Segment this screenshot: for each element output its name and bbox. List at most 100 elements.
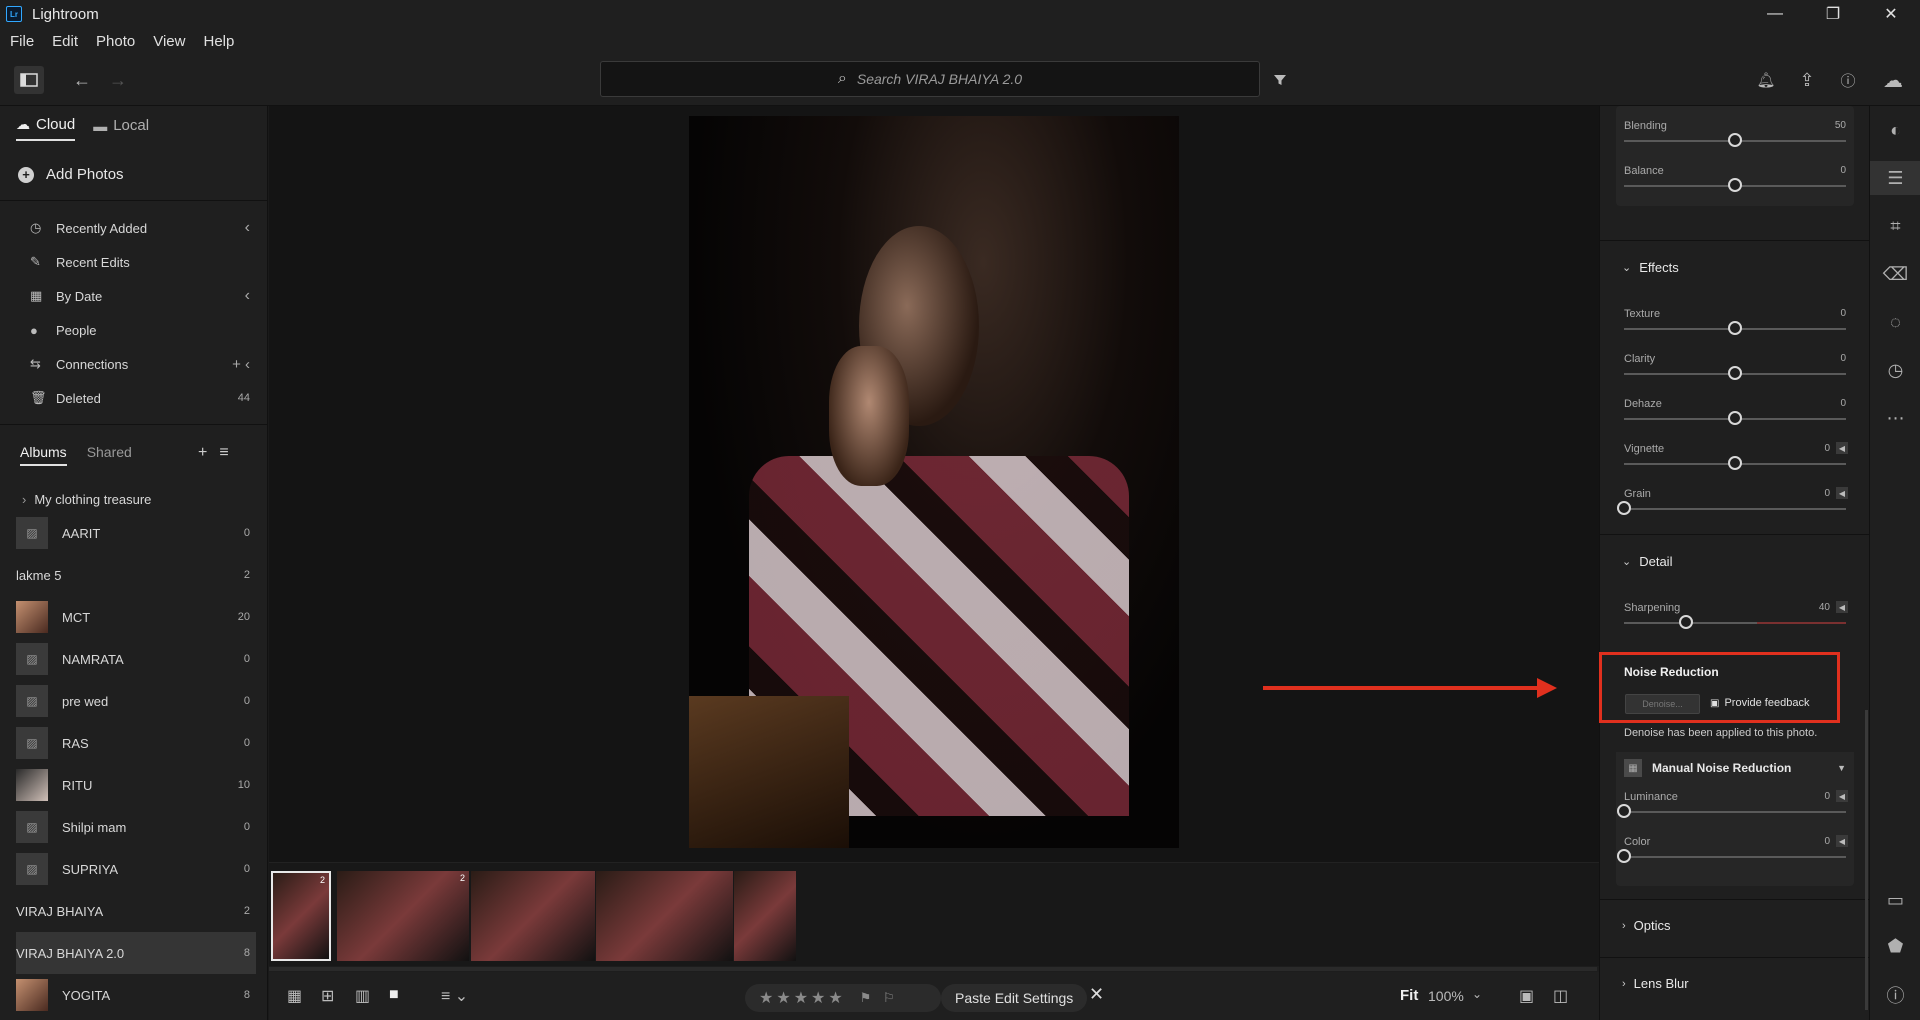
reset-arrow-icon[interactable]: ◀ bbox=[1836, 442, 1848, 454]
slider-blending[interactable]: Blending 50 bbox=[1624, 120, 1846, 160]
before-after-icon[interactable]: ▣ bbox=[1519, 986, 1534, 1006]
detail-view-icon[interactable]: ■ bbox=[389, 986, 399, 1004]
slider-vignette[interactable]: Vignette 0 ◀ bbox=[1624, 442, 1848, 483]
split-view-icon[interactable]: ◫ bbox=[1553, 986, 1568, 1006]
filmstrip-scroll-thumb[interactable] bbox=[269, 967, 1597, 971]
album-item[interactable]: ▨ Shilpi mam 0 bbox=[16, 806, 256, 848]
edit-sliders-icon[interactable]: ☰ bbox=[1870, 161, 1920, 195]
reset-arrow-icon[interactable]: ◀ bbox=[1836, 790, 1848, 802]
nav-recent-edits[interactable]: ✎ Recent Edits bbox=[30, 245, 250, 279]
tab-shared[interactable]: Shared bbox=[87, 444, 132, 466]
compare-view-icon[interactable]: ▥ bbox=[355, 986, 370, 1006]
menu-help[interactable]: Help bbox=[203, 33, 234, 50]
album-item[interactable]: lakme 5 2 bbox=[16, 554, 468, 596]
album-item[interactable]: YOGITA 8 bbox=[16, 974, 256, 1016]
add-photos-button[interactable]: + Add Photos bbox=[18, 166, 124, 183]
film-thumb[interactable] bbox=[596, 871, 733, 961]
film-thumb[interactable] bbox=[734, 871, 796, 961]
film-thumb[interactable]: 2 bbox=[337, 871, 469, 961]
zoom-fit-button[interactable]: Fit bbox=[1400, 987, 1418, 1004]
slider-value[interactable]: 40 bbox=[1819, 602, 1830, 613]
section-lens-blur[interactable]: › Lens Blur bbox=[1622, 976, 1689, 991]
slider-luminance[interactable]: Luminance 0 ◀ bbox=[1617, 790, 1848, 831]
slider-value[interactable]: 0 bbox=[1840, 398, 1846, 409]
reset-arrow-icon[interactable]: ◀ bbox=[1836, 601, 1848, 613]
slider-value[interactable]: 0 bbox=[1824, 443, 1830, 454]
search-input[interactable]: ⌕ Search VIRAJ BHAIYA 2.0 bbox=[600, 61, 1260, 97]
presets-icon[interactable]: ◐ bbox=[1870, 120, 1920, 141]
slider-knob[interactable] bbox=[1728, 411, 1742, 425]
filter-icon[interactable] bbox=[1270, 68, 1290, 92]
album-item[interactable]: VIRAJ BHAIYA 2.0 8 bbox=[16, 932, 468, 974]
panel-toggle-icon[interactable] bbox=[14, 66, 44, 94]
maximize-button[interactable]: ❐ bbox=[1804, 0, 1862, 28]
forward-arrow-icon[interactable]: → bbox=[106, 68, 130, 92]
album-item[interactable]: ▨ NAMRATA 0 bbox=[16, 638, 256, 680]
slider-track[interactable] bbox=[1624, 856, 1846, 858]
slider-knob[interactable] bbox=[1728, 133, 1742, 147]
share-icon[interactable]: ⇪ bbox=[1795, 68, 1819, 92]
info-icon[interactable]: ⓘ bbox=[1870, 982, 1920, 1008]
main-photo[interactable] bbox=[689, 116, 1179, 848]
nav-people[interactable]: ● People bbox=[30, 313, 250, 347]
help-icon[interactable]: ⓘ bbox=[1836, 68, 1860, 92]
provide-feedback-link[interactable]: ▣ Provide feedback bbox=[1710, 697, 1809, 709]
chevron-down-icon[interactable]: ⌄ bbox=[1472, 987, 1482, 1001]
close-window-button[interactable]: ✕ bbox=[1862, 0, 1920, 28]
tab-albums[interactable]: Albums bbox=[20, 444, 67, 466]
section-detail[interactable]: ⌄ Detail bbox=[1622, 554, 1672, 569]
square-grid-icon[interactable]: ▦ bbox=[287, 986, 302, 1006]
menu-photo[interactable]: Photo bbox=[96, 33, 135, 50]
album-item[interactable]: MCT 20 bbox=[16, 596, 256, 638]
slider-value[interactable]: 0 bbox=[1840, 353, 1846, 364]
history-icon[interactable]: ◷ bbox=[1870, 360, 1920, 381]
slider-track[interactable] bbox=[1624, 508, 1846, 510]
nav-deleted[interactable]: 🗑 Deleted 44 bbox=[30, 381, 250, 415]
slider-value[interactable]: 0 bbox=[1824, 836, 1830, 847]
reset-arrow-icon[interactable]: ◀ bbox=[1836, 835, 1848, 847]
album-item[interactable]: RITU 10 bbox=[16, 764, 256, 806]
sort-icon[interactable]: ≡ bbox=[219, 444, 228, 462]
slider-track[interactable] bbox=[1624, 811, 1846, 813]
crop-icon[interactable]: ⌗ bbox=[1870, 216, 1920, 237]
nav-recently-added[interactable]: ◷ Recently Added ‹ bbox=[30, 211, 250, 245]
slider-balance[interactable]: Balance 0 bbox=[1624, 165, 1846, 205]
paste-edit-settings-button[interactable]: Paste Edit Settings bbox=[941, 984, 1088, 1012]
eraser-icon[interactable]: ⌫ bbox=[1870, 264, 1920, 285]
sort-order-icon[interactable]: ≡ ⌄ bbox=[441, 986, 468, 1006]
slider-knob[interactable] bbox=[1617, 501, 1631, 515]
slider-value[interactable]: 0 bbox=[1824, 791, 1830, 802]
stars-icon[interactable]: ★★★★★ bbox=[759, 988, 846, 1008]
slider-value[interactable]: 0 bbox=[1840, 308, 1846, 319]
slider-knob[interactable] bbox=[1728, 321, 1742, 335]
slider-value[interactable]: 50 bbox=[1835, 120, 1846, 131]
nav-connections[interactable]: ⇆ Connections + ‹ bbox=[30, 347, 250, 381]
zoom-level[interactable]: 100% bbox=[1428, 988, 1464, 1004]
slider-clarity[interactable]: Clarity 0 bbox=[1624, 353, 1846, 393]
slider-knob[interactable] bbox=[1728, 456, 1742, 470]
section-effects[interactable]: ⌄ Effects bbox=[1622, 260, 1679, 275]
chevron-left-icon[interactable]: ‹ bbox=[245, 287, 250, 305]
denoise-button[interactable]: Denoise... bbox=[1625, 694, 1700, 714]
slider-knob[interactable] bbox=[1728, 366, 1742, 380]
film-thumb[interactable]: 2 bbox=[271, 871, 331, 961]
slider-value[interactable]: 0 bbox=[1824, 488, 1830, 499]
menu-view[interactable]: View bbox=[153, 33, 185, 50]
tab-cloud[interactable]: ☁ Cloud bbox=[16, 116, 76, 141]
nav-by-date[interactable]: ▦ By Date ‹ bbox=[30, 279, 250, 313]
slider-color[interactable]: Color 0 ◀ bbox=[1617, 835, 1848, 876]
slider-sharpening[interactable]: Sharpening 40 ◀ bbox=[1624, 601, 1848, 642]
slider-knob[interactable] bbox=[1617, 804, 1631, 818]
photo-grid-icon[interactable]: ⊞ bbox=[321, 986, 334, 1006]
masking-icon[interactable]: ◌ bbox=[1870, 312, 1920, 333]
slider-track[interactable] bbox=[1624, 622, 1846, 624]
close-icon[interactable]: ✕ bbox=[1089, 984, 1104, 1005]
cloud-icon[interactable]: ☁ bbox=[1878, 68, 1908, 92]
album-item[interactable]: ▨ AARIT 0 bbox=[16, 512, 256, 554]
menu-file[interactable]: File bbox=[10, 33, 34, 50]
reset-arrow-icon[interactable]: ◀ bbox=[1836, 487, 1848, 499]
comments-icon[interactable]: ▭ bbox=[1870, 890, 1920, 911]
section-optics[interactable]: › Optics bbox=[1622, 918, 1671, 933]
manual-noise-reduction-toggle[interactable]: ▦ Manual Noise Reduction ▼ bbox=[1616, 752, 1854, 784]
rating-stars[interactable]: ★★★★★ ⚑ ⚐ bbox=[745, 984, 941, 1012]
